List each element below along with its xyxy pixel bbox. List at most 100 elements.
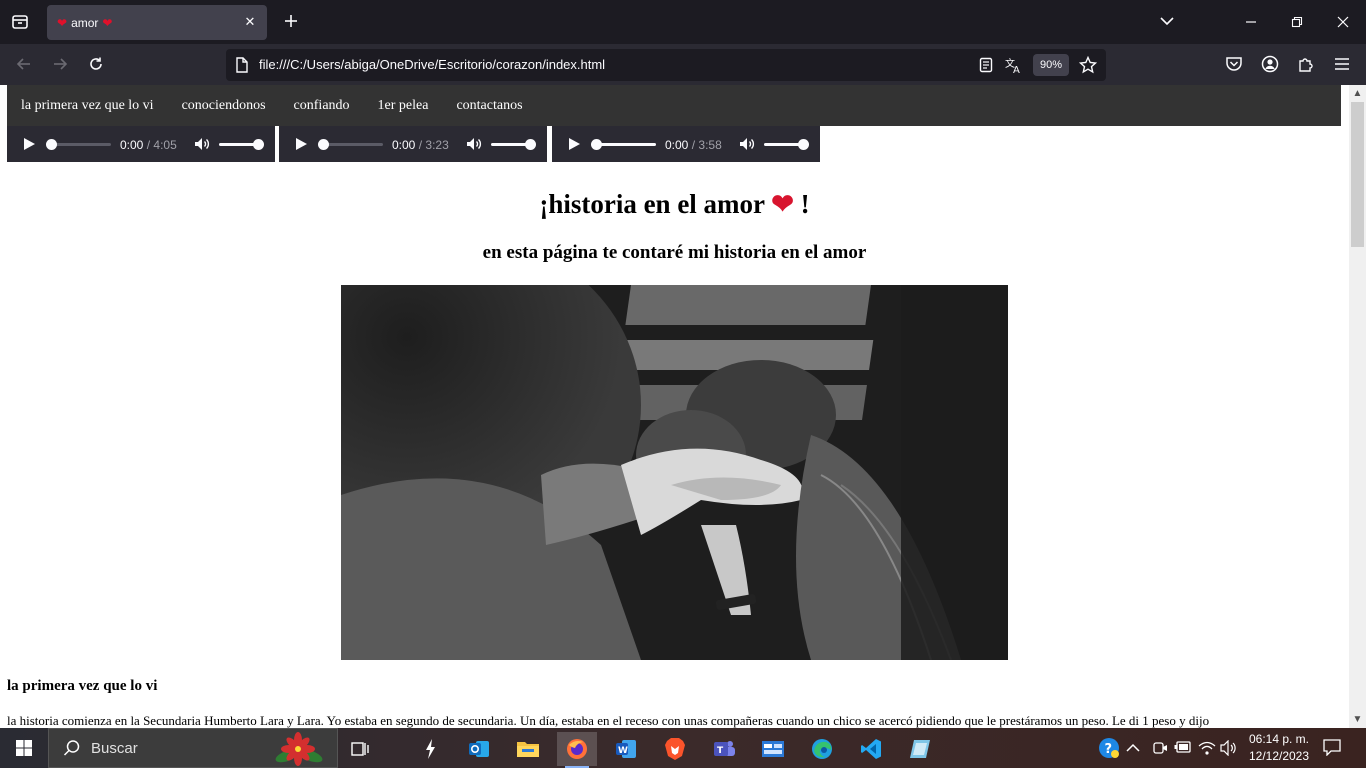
close-tab-icon[interactable]: ✕ <box>241 13 259 31</box>
seek-thumb[interactable] <box>591 139 602 150</box>
translate-icon[interactable]: 文A <box>1004 55 1024 75</box>
account-icon[interactable] <box>1260 54 1280 74</box>
scroll-down-arrow-icon[interactable]: ▼ <box>1349 711 1366 728</box>
outlook-icon[interactable] <box>459 732 499 766</box>
windows-taskbar: Buscar W T ? 06:14 p. m. 12/12/2023 <box>0 728 1366 768</box>
time-display: 0:00 / 4:05 <box>120 138 177 152</box>
new-tab-icon[interactable] <box>280 10 302 32</box>
tab-title-heart-icon: ❤ <box>102 15 113 30</box>
site-nav-bar: la primera vez que lo vi conociendonos c… <box>7 85 1341 126</box>
battery-icon[interactable] <box>1174 740 1192 756</box>
address-bar[interactable]: file:///C:/Users/abiga/OneDrive/Escritor… <box>226 49 1106 81</box>
firefox-icon[interactable] <box>557 732 597 768</box>
search-placeholder: Buscar <box>91 739 138 757</box>
lightning-app-icon[interactable] <box>410 732 450 766</box>
chevron-up-icon[interactable] <box>1126 740 1142 756</box>
scroll-up-arrow-icon[interactable]: ▲ <box>1349 85 1366 102</box>
seek-slider[interactable] <box>591 139 656 150</box>
volume-icon[interactable] <box>738 135 756 153</box>
tab-manager-icon[interactable] <box>6 8 34 36</box>
minimize-window-icon[interactable] <box>1240 11 1262 33</box>
page-content: la primera vez que lo vi conociendonos c… <box>0 85 1366 728</box>
browser-tab[interactable]: ❤ amor ❤ ✕ <box>47 5 267 40</box>
restore-window-icon[interactable] <box>1286 11 1308 33</box>
hamburger-menu-icon[interactable] <box>1332 54 1352 74</box>
volume-thumb[interactable] <box>798 139 809 150</box>
edge-icon[interactable] <box>802 732 842 766</box>
nav-link-1er-pelea[interactable]: 1er pelea <box>364 98 443 114</box>
notifications-icon[interactable] <box>1322 738 1344 758</box>
taskbar-search-box[interactable]: Buscar <box>48 728 338 768</box>
volume-icon[interactable] <box>465 135 483 153</box>
volume-icon[interactable] <box>193 135 211 153</box>
time-separator: / <box>146 138 151 152</box>
clock-date: 12/12/2023 <box>1248 749 1310 763</box>
page-icon <box>232 55 252 75</box>
task-view-icon[interactable] <box>340 732 380 766</box>
svg-text:T: T <box>717 746 724 756</box>
forward-arrow-icon[interactable] <box>48 52 72 76</box>
svg-text:?: ? <box>1105 742 1113 757</box>
back-arrow-icon[interactable] <box>12 52 36 76</box>
close-window-icon[interactable] <box>1332 11 1354 33</box>
current-time: 0:00 <box>392 138 416 152</box>
page-scrollbar[interactable]: ▲ ▼ <box>1349 85 1366 728</box>
volume-slider[interactable] <box>219 139 264 150</box>
bookmark-star-icon[interactable] <box>1078 55 1098 75</box>
nav-link-conociendonos[interactable]: conociendonos <box>168 98 280 114</box>
duration: 3:23 <box>425 138 449 152</box>
reload-icon[interactable] <box>84 52 108 76</box>
extensions-puzzle-icon[interactable] <box>1296 54 1316 74</box>
poinsettia-icon <box>275 732 323 766</box>
clock-time: 06:14 p. m. <box>1248 732 1310 746</box>
tab-favicon-heart-icon: ❤ <box>57 15 68 30</box>
current-time: 0:00 <box>665 138 689 152</box>
speaker-icon[interactable] <box>1220 739 1238 757</box>
meet-now-icon[interactable] <box>1152 740 1168 756</box>
search-icon <box>63 740 80 756</box>
hero-photo-holding-hands <box>341 285 1008 660</box>
notes-app-icon[interactable] <box>900 732 940 766</box>
teams-icon[interactable]: T <box>704 732 744 766</box>
page-subtitle: en esta página te contaré mi historia en… <box>482 242 867 263</box>
taskbar-clock[interactable]: 06:14 p. m. 12/12/2023 <box>1246 731 1312 765</box>
help-icon[interactable]: ? <box>1098 737 1120 759</box>
play-icon[interactable] <box>294 136 310 152</box>
volume-slider[interactable] <box>491 139 536 150</box>
play-icon[interactable] <box>22 136 38 152</box>
vscode-icon[interactable] <box>851 732 891 766</box>
url-text[interactable]: file:///C:/Users/abiga/OneDrive/Escritor… <box>259 57 605 72</box>
nav-link-primera-vez[interactable]: la primera vez que lo vi <box>7 98 168 114</box>
store-app-icon[interactable] <box>753 732 793 766</box>
seek-thumb[interactable] <box>318 139 329 150</box>
nav-link-contactanos[interactable]: contactanos <box>442 98 536 114</box>
duration: 4:05 <box>153 138 177 152</box>
tab-title: amor <box>71 15 99 30</box>
file-explorer-icon[interactable] <box>508 732 548 766</box>
reader-view-icon[interactable] <box>976 55 996 75</box>
audio-player: 0:00 / 4:05 <box>7 126 275 162</box>
section-heading: la primera vez que lo vi <box>7 678 158 694</box>
current-time: 0:00 <box>120 138 144 152</box>
word-icon[interactable]: W <box>606 732 646 766</box>
zoom-level-badge[interactable]: 90% <box>1033 54 1069 76</box>
chevron-down-icon[interactable] <box>1157 11 1177 31</box>
wifi-icon[interactable] <box>1198 740 1216 756</box>
volume-slider[interactable] <box>764 139 809 150</box>
page-title-text: ¡historia en el amor <box>539 189 765 219</box>
seek-slider[interactable] <box>318 139 383 150</box>
pocket-icon[interactable] <box>1224 54 1244 74</box>
seek-slider[interactable] <box>46 139 111 150</box>
browser-toolbar: file:///C:/Users/abiga/OneDrive/Escritor… <box>0 44 1366 85</box>
play-icon[interactable] <box>567 136 583 152</box>
page-title-end: ! <box>800 189 810 219</box>
scroll-thumb[interactable] <box>1351 102 1364 247</box>
windows-start-icon[interactable] <box>0 728 48 768</box>
seek-thumb[interactable] <box>46 139 57 150</box>
nav-link-confiando[interactable]: confiando <box>280 98 364 114</box>
volume-thumb[interactable] <box>525 139 536 150</box>
svg-text:A: A <box>1013 65 1020 74</box>
section-paragraph: la historia comienza en la Secundaria Hu… <box>7 713 1210 728</box>
brave-icon[interactable] <box>655 732 695 766</box>
volume-thumb[interactable] <box>253 139 264 150</box>
